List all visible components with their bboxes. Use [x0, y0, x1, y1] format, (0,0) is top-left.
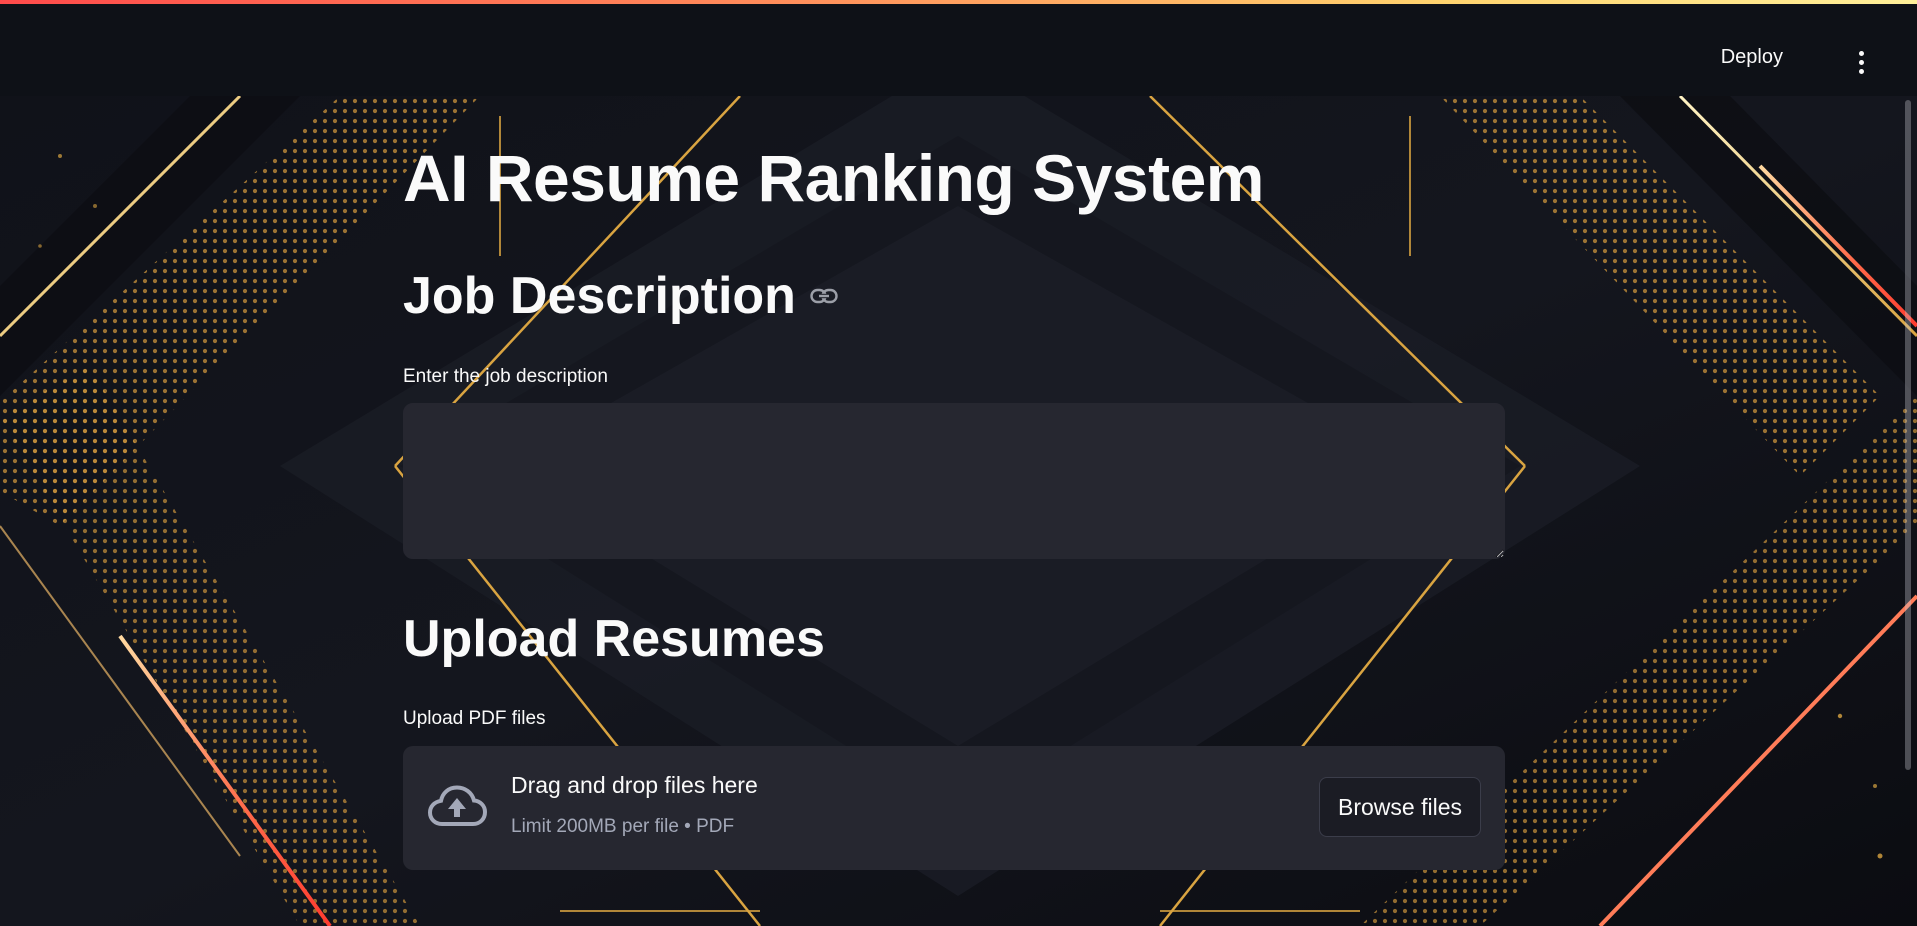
upload-resumes-heading: Upload Resumes	[403, 610, 825, 668]
upload-files-label: Upload PDF files	[403, 708, 546, 729]
dropzone-limit-text: Limit 200MB per file • PDF	[511, 816, 735, 837]
job-description-heading-text: Job Description	[403, 267, 796, 325]
job-description-textarea[interactable]	[403, 403, 1505, 559]
app-header: Deploy	[0, 4, 1917, 96]
top-accent-bar	[0, 0, 1917, 4]
vertical-ellipsis-icon[interactable]	[1851, 44, 1871, 80]
page-title: AI Resume Ranking System	[403, 141, 1264, 215]
browse-files-button[interactable]: Browse files	[1319, 777, 1481, 837]
link-icon[interactable]	[810, 288, 838, 304]
deploy-button[interactable]: Deploy	[1713, 42, 1791, 73]
page-scrollbar[interactable]	[1905, 100, 1911, 770]
job-description-label: Enter the job description	[403, 366, 608, 387]
cloud-upload-icon	[427, 784, 488, 835]
file-dropzone[interactable]: Drag and drop files here Limit 200MB per…	[403, 746, 1505, 870]
app-window: Deploy AI Resume Ranking System Job Desc…	[0, 0, 1917, 926]
dropzone-instructions: Drag and drop files here	[511, 772, 758, 798]
job-description-heading: Job Description	[403, 266, 838, 326]
